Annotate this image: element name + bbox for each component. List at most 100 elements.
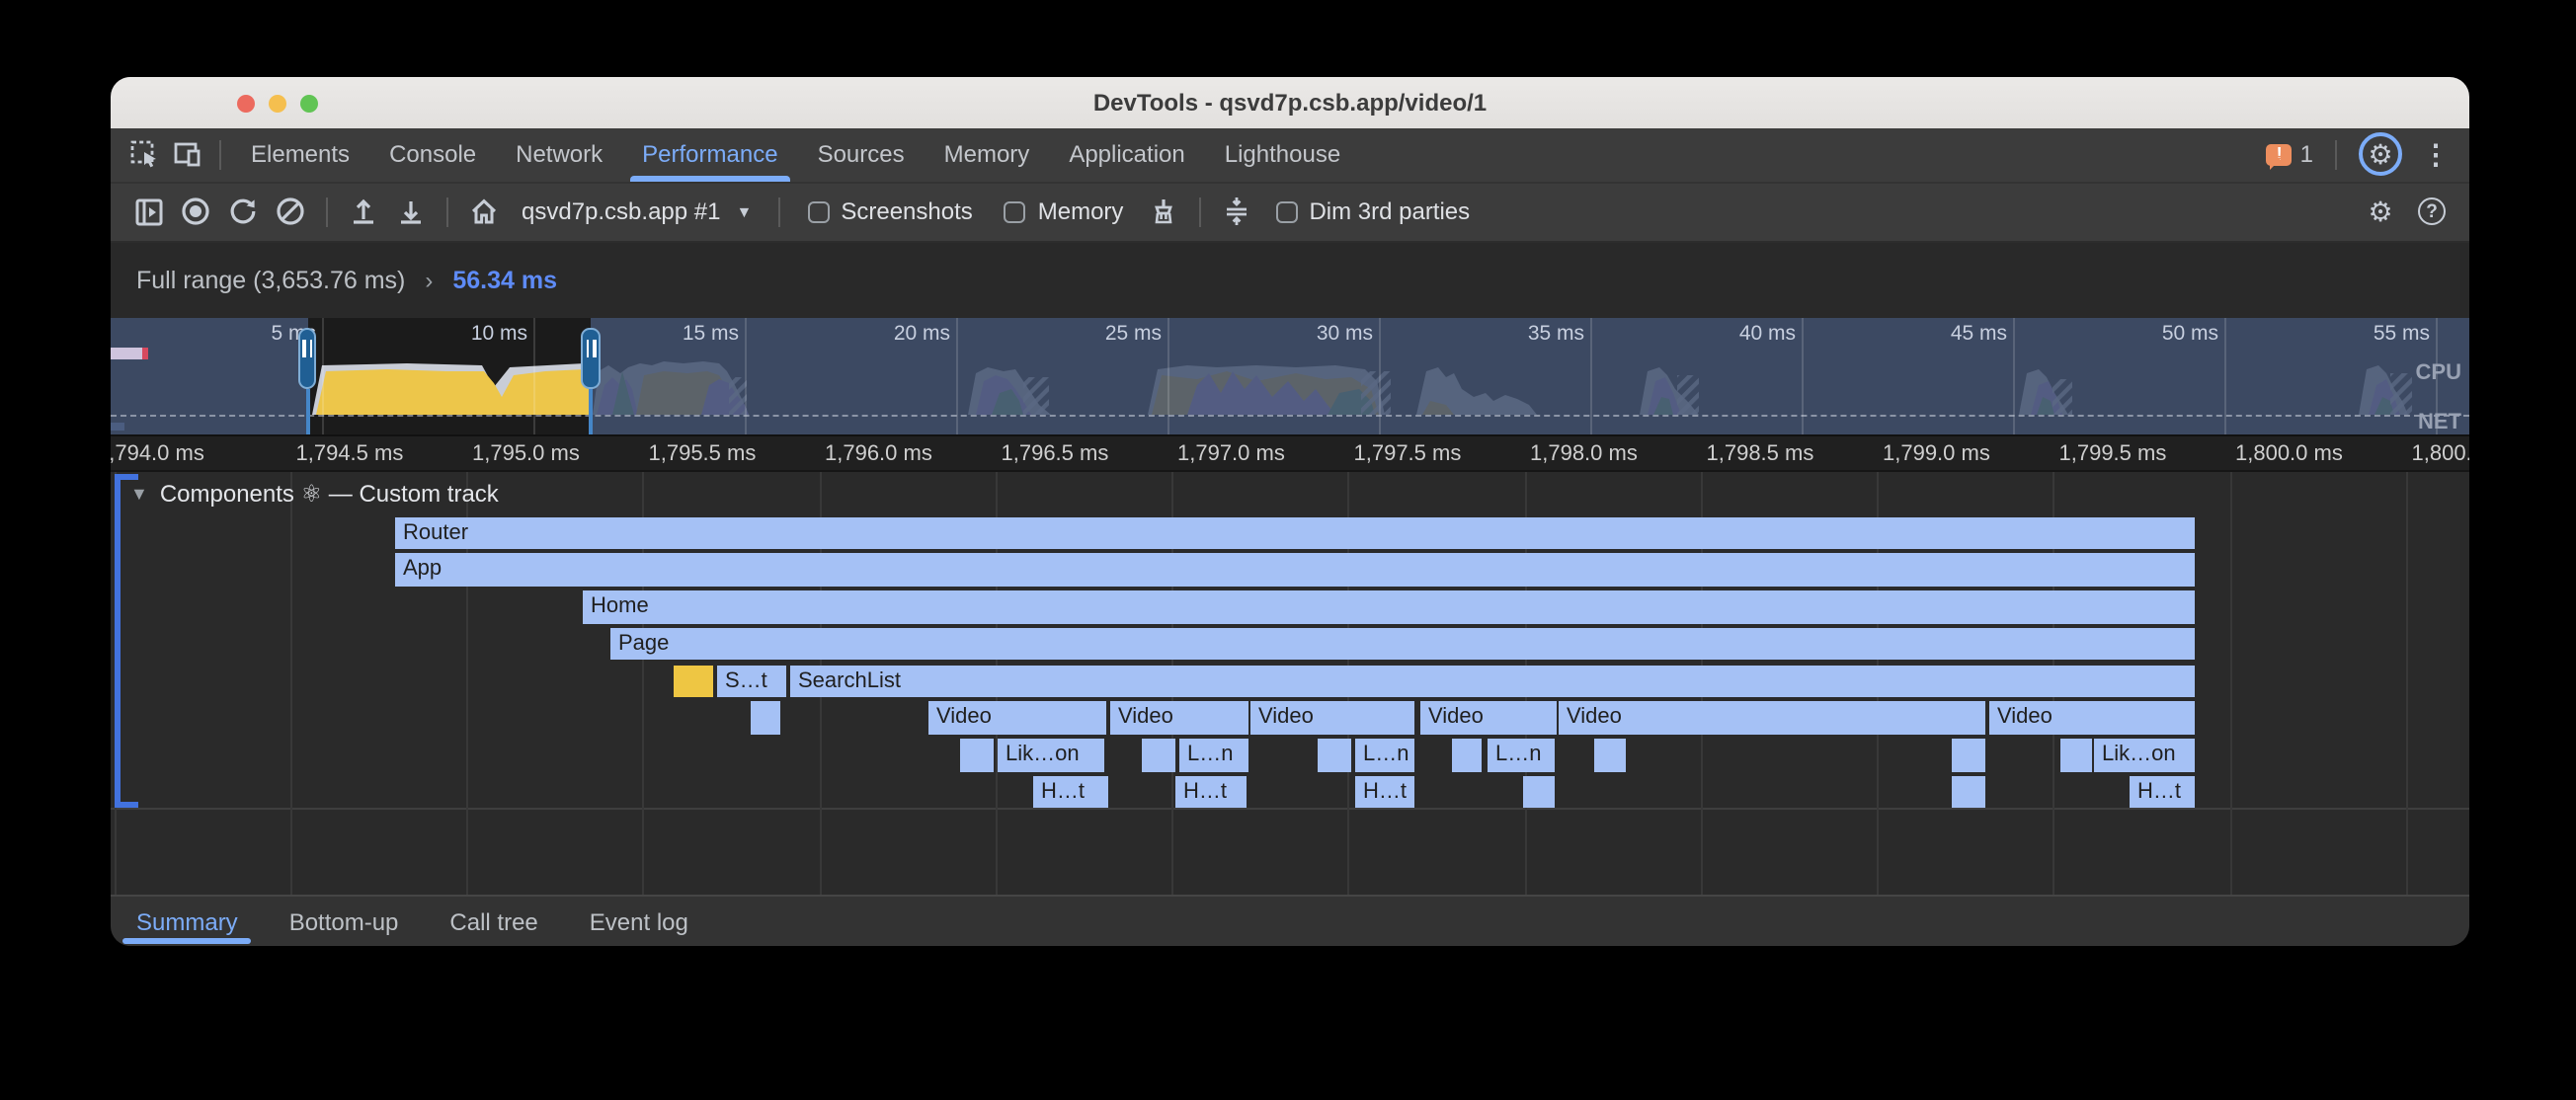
garbage-collect-icon[interactable] [1141, 190, 1184, 233]
ruler-tick-label: 1,794.0 ms [111, 441, 204, 465]
flame-bar[interactable] [2060, 739, 2092, 771]
device-toolbar-icon[interactable] [166, 133, 209, 177]
overview-gridline [322, 318, 324, 434]
ruler-tick-label: 1,799.5 ms [2059, 441, 2167, 465]
flame-bar-s-t[interactable]: S…t [717, 665, 786, 697]
selected-range-crumb[interactable]: 56.34 ms [452, 267, 557, 294]
home-icon[interactable] [462, 190, 506, 233]
flame-bar[interactable] [1523, 776, 1555, 809]
zoom-button[interactable] [300, 94, 318, 112]
timeline-overview[interactable]: 5 ms10 ms15 ms20 ms25 ms30 ms35 ms40 ms4… [111, 318, 2469, 436]
flame-bar-app[interactable]: App [395, 554, 2195, 587]
flame-bar[interactable] [960, 739, 994, 771]
details-tabbar: Summary Bottom-up Call tree Event log [111, 895, 2469, 946]
capture-settings-button[interactable]: ⚙ [2359, 190, 2402, 233]
memory-checkbox[interactable]: Memory [991, 197, 1138, 225]
flame-bar-l-n[interactable]: L…n [1355, 739, 1414, 771]
help-button[interactable]: ? [2410, 190, 2454, 233]
track-selection-bracket [114, 474, 133, 808]
left-window-handle[interactable] [298, 328, 317, 389]
flame-bar-searchlist[interactable]: SearchList [790, 665, 2195, 697]
overview-gridline [533, 318, 535, 434]
details-tab-summary[interactable]: Summary [119, 897, 256, 946]
record-icon[interactable] [174, 190, 217, 233]
tab-application[interactable]: Application [1049, 128, 1204, 181]
toolbar-right: ⚙ ? [2359, 190, 2454, 233]
tab-lighthouse[interactable]: Lighthouse [1205, 128, 1360, 181]
tab-elements[interactable]: Elements [231, 128, 369, 181]
overview-tick-label: 35 ms [1528, 322, 1584, 346]
main-tabbar: ElementsConsoleNetworkPerformanceSources… [111, 128, 2469, 183]
issues-count: 1 [2300, 141, 2313, 169]
question-icon: ? [2418, 197, 2446, 225]
more-options-button[interactable]: ⋮ [2414, 133, 2457, 177]
tab-network[interactable]: Network [496, 128, 622, 181]
download-icon[interactable] [389, 190, 433, 233]
flame-bar[interactable] [1952, 739, 1985, 771]
flame-bar[interactable] [1952, 776, 1985, 809]
tab-performance[interactable]: Performance [622, 128, 797, 181]
flame-bar[interactable] [1594, 739, 1626, 771]
flame-bar[interactable] [1318, 739, 1351, 771]
kebab-icon: ⋮ [2422, 138, 2450, 172]
dim-3rd-parties-checkbox[interactable]: Dim 3rd parties [1261, 197, 1484, 225]
tab-console[interactable]: Console [369, 128, 496, 181]
selected-tab-underline [630, 176, 789, 181]
minimize-button[interactable] [269, 94, 286, 112]
flame-bar-video[interactable]: Video [1420, 702, 1557, 735]
toggle-sidebar-icon[interactable] [126, 190, 170, 233]
clear-icon[interactable] [269, 190, 312, 233]
track-bottom-divider [111, 808, 2469, 810]
flame-bar-l-n[interactable]: L…n [1179, 739, 1248, 771]
flame-bar-l-n[interactable]: L…n [1488, 739, 1555, 771]
upload-icon[interactable] [342, 190, 385, 233]
inspect-icon[interactable] [122, 133, 166, 177]
flame-bar-lik-on[interactable]: Lik…on [998, 739, 1104, 771]
detail-time-ruler: 1,794.0 ms1,794.5 ms1,795.0 ms1,795.5 ms… [111, 436, 2469, 472]
overview-tick-label: 50 ms [2162, 322, 2218, 346]
flame-bar-video[interactable]: Video [1110, 702, 1248, 735]
right-handle-stem [589, 389, 593, 436]
screenshots-checkbox[interactable]: Screenshots [793, 197, 986, 225]
full-range-crumb[interactable]: Full range (3,653.76 ms) [136, 267, 405, 294]
flame-bar-h-t[interactable]: H…t [1033, 776, 1108, 809]
details-tab-call-tree[interactable]: Call tree [432, 897, 555, 946]
checkbox-icon [1005, 200, 1026, 222]
gear-icon: ⚙ [2368, 141, 2392, 169]
checkbox-icon [1275, 200, 1297, 222]
details-tab-event-log[interactable]: Event log [572, 897, 706, 946]
issues-button[interactable]: ! 1 [2267, 141, 2313, 169]
divider [326, 196, 328, 226]
flame-bar-video[interactable]: Video [1250, 702, 1414, 735]
collapse-icon[interactable] [1214, 190, 1257, 233]
flame-bar-video[interactable]: Video [1989, 702, 2195, 735]
details-tab-bottom-up[interactable]: Bottom-up [272, 897, 417, 946]
target-selector[interactable]: qsvd7p.csb.app #1 ▼ [510, 197, 764, 225]
flame-bar-h-t[interactable]: H…t [1175, 776, 1247, 809]
flame-bar[interactable] [1452, 739, 1482, 771]
flame-bar-page[interactable]: Page [610, 628, 2195, 661]
breadcrumb-chevron: › [425, 267, 433, 294]
flame-bar[interactable] [1142, 739, 1175, 771]
tab-sources[interactable]: Sources [798, 128, 925, 181]
ruler-tick-label: 1,796.5 ms [1002, 441, 1109, 465]
flame-bar-h-t[interactable]: H…t [1355, 776, 1414, 809]
flame-bar-router[interactable]: Router [395, 516, 2195, 549]
settings-button[interactable]: ⚙ [2359, 133, 2402, 177]
chevron-down-icon: ▼ [737, 202, 753, 220]
rerecord-icon[interactable] [221, 190, 265, 233]
tab-memory[interactable]: Memory [925, 128, 1050, 181]
flame-bar-h-t[interactable]: H…t [2130, 776, 2195, 809]
flame-chart[interactable]: RouterAppHomePageS…tSearchListVideoVideo… [111, 472, 2469, 895]
flame-bar-lik-on[interactable]: Lik…on [2094, 739, 2195, 771]
flame-bar[interactable] [751, 702, 780, 735]
right-window-handle[interactable] [582, 328, 601, 389]
flame-bar-video[interactable]: Video [1559, 702, 1985, 735]
flame-bar-home[interactable]: Home [583, 590, 2195, 623]
close-button[interactable] [237, 94, 255, 112]
flame-bar-video[interactable]: Video [928, 702, 1106, 735]
overview-gridline [745, 318, 747, 434]
track-header[interactable]: ▼ Components ⚛ — Custom track [130, 480, 499, 508]
overview-tick-label: 30 ms [1317, 322, 1373, 346]
flame-bar[interactable] [674, 665, 713, 697]
